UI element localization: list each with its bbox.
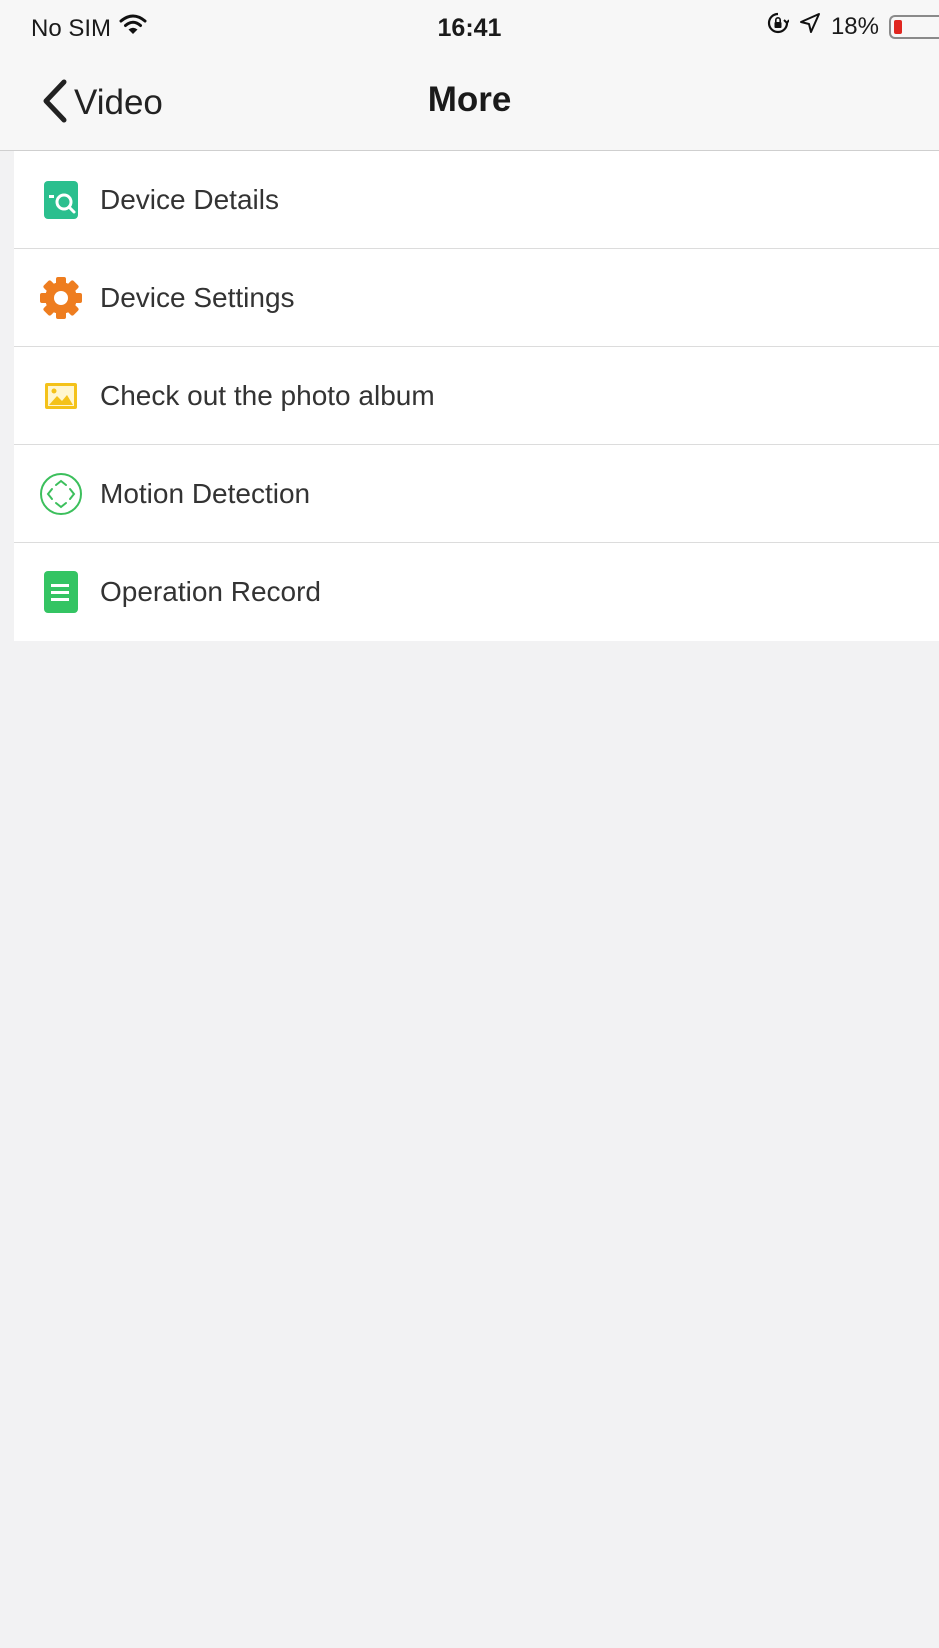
status-right: 18% (767, 12, 939, 41)
battery-level-fill (894, 19, 902, 34)
wifi-icon (119, 14, 147, 43)
menu-item-photo-album[interactable]: Check out the photo album (14, 347, 939, 445)
carrier-label: No SIM (31, 14, 112, 42)
menu-item-label: Motion Detection (100, 477, 311, 509)
menu-item-device-settings[interactable]: Device Settings (14, 249, 939, 347)
menu-item-label: Device Details (100, 183, 279, 215)
device-details-icon (38, 177, 84, 223)
photo-album-icon (38, 373, 84, 419)
battery-percent: 18% (830, 12, 879, 40)
navigation-bar: Video More (0, 58, 939, 151)
chevron-left-icon (40, 78, 70, 129)
menu-item-label: Operation Record (100, 576, 322, 607)
menu-item-device-details[interactable]: Device Details (14, 151, 939, 249)
menu-item-motion-detection[interactable]: Motion Detection (14, 445, 939, 543)
location-arrow-icon (799, 12, 821, 41)
battery-icon (889, 14, 939, 39)
back-button-label: Video (74, 83, 163, 122)
gear-icon (38, 275, 84, 321)
menu-item-label: Device Settings (100, 281, 295, 313)
motion-detection-icon (38, 471, 84, 517)
rotation-lock-icon (767, 12, 790, 41)
menu-item-label: Check out the photo album (100, 379, 435, 411)
status-bar: No SIM 16:41 18% (0, 0, 939, 58)
more-menu-list: Device Details Device Settings Check out… (14, 151, 939, 641)
menu-item-operation-record[interactable]: Operation Record (14, 543, 939, 641)
status-left: No SIM (31, 14, 147, 43)
back-button[interactable]: Video (40, 78, 163, 128)
more-screen: No SIM 16:41 18% Video More Device Detai… (0, 0, 939, 1648)
operation-record-icon (38, 569, 84, 615)
